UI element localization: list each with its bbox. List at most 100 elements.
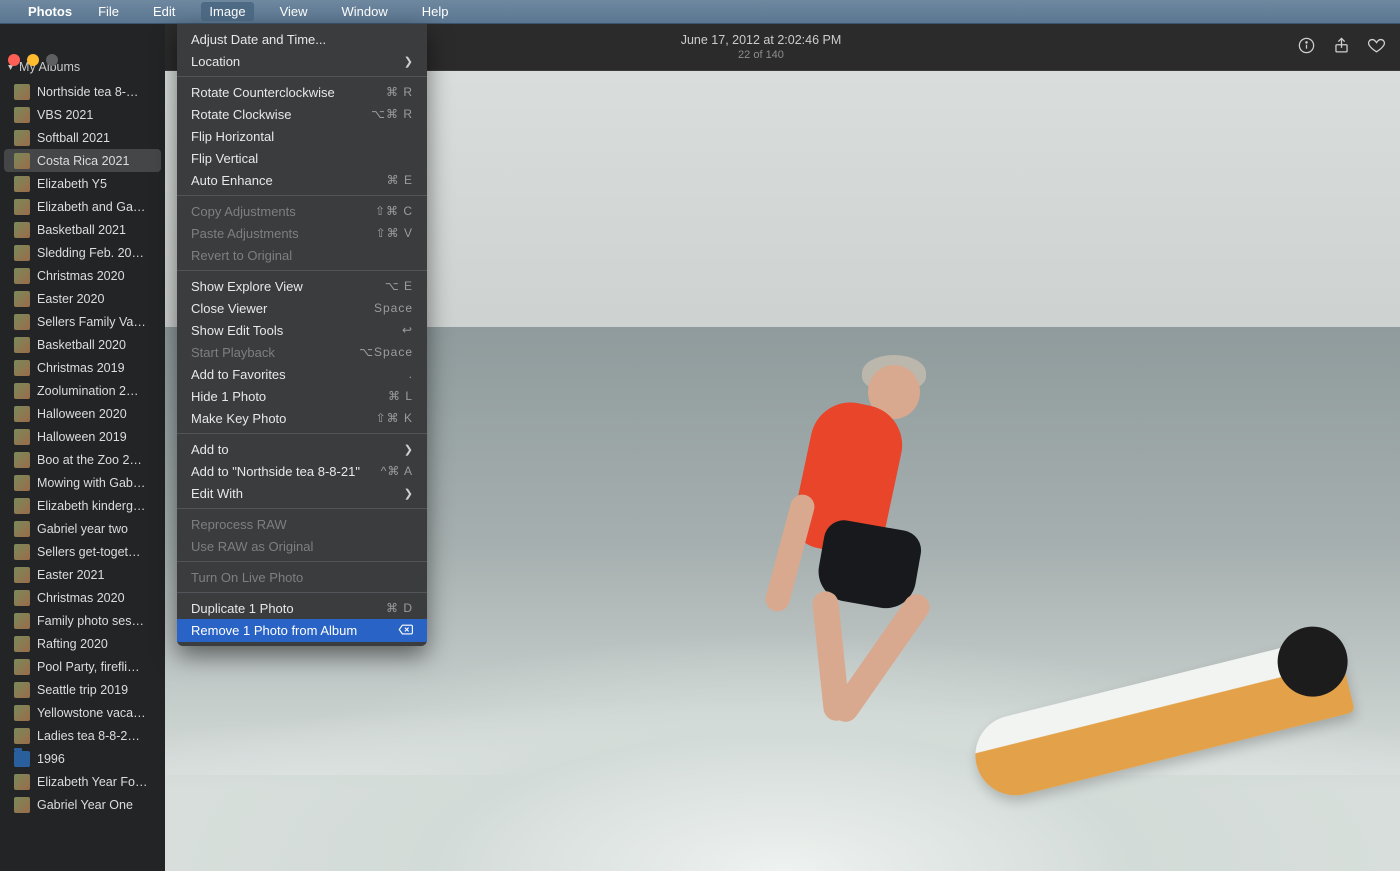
sidebar-album[interactable]: Family photo ses… xyxy=(0,609,165,632)
sidebar-album[interactable]: Halloween 2019 xyxy=(0,425,165,448)
sidebar-album[interactable]: Gabriel year two xyxy=(0,517,165,540)
sidebar-album[interactable]: Boo at the Zoo 2… xyxy=(0,448,165,471)
menu-item-label: Add to Favorites xyxy=(191,367,286,382)
close-window-button[interactable] xyxy=(8,54,20,66)
menu-edit[interactable]: Edit xyxy=(145,2,183,21)
sidebar-album[interactable]: Pool Party, firefli… xyxy=(0,655,165,678)
menu-file[interactable]: File xyxy=(90,2,127,21)
menu-item-label: Edit With xyxy=(191,486,243,501)
album-label: Christmas 2020 xyxy=(37,591,125,605)
menu-item: Paste Adjustments⇧⌘ V xyxy=(177,222,427,244)
sidebar-album[interactable]: Rafting 2020 xyxy=(0,632,165,655)
sidebar-album[interactable]: Basketball 2020 xyxy=(0,333,165,356)
sidebar-album[interactable]: Elizabeth Year Fo… xyxy=(0,770,165,793)
album-thumbnail-icon xyxy=(14,130,30,146)
menu-item[interactable]: Make Key Photo⇧⌘ K xyxy=(177,407,427,429)
menu-item[interactable]: Add to Favorites. xyxy=(177,363,427,385)
menu-item-label: Start Playback xyxy=(191,345,275,360)
favorite-button[interactable] xyxy=(1367,36,1386,58)
sidebar-album[interactable]: Halloween 2020 xyxy=(0,402,165,425)
menu-item[interactable]: Auto Enhance⌘ E xyxy=(177,169,427,191)
menu-view[interactable]: View xyxy=(272,2,316,21)
menu-item[interactable]: Rotate Counterclockwise⌘ R xyxy=(177,81,427,103)
sidebar-album[interactable]: Mowing with Gab… xyxy=(0,471,165,494)
sidebar-album[interactable]: Zoolumination 2… xyxy=(0,379,165,402)
menu-item[interactable]: Add to "Northside tea 8-8-21"^⌘ A xyxy=(177,460,427,482)
menu-item[interactable]: Adjust Date and Time... xyxy=(177,28,427,50)
menu-item-label: Adjust Date and Time... xyxy=(191,32,326,47)
menu-item[interactable]: Rotate Clockwise⌥⌘ R xyxy=(177,103,427,125)
album-label: Pool Party, firefli… xyxy=(37,660,140,674)
chevron-right-icon: ❯ xyxy=(404,487,413,500)
sidebar-album[interactable]: Christmas 2020 xyxy=(0,264,165,287)
app-name[interactable]: Photos xyxy=(28,4,72,19)
album-thumbnail-icon xyxy=(14,337,30,353)
zoom-window-button[interactable] xyxy=(46,54,58,66)
menu-item-shortcut: ⌘ D xyxy=(386,601,413,615)
minimize-window-button[interactable] xyxy=(27,54,39,66)
sidebar-album[interactable]: Sledding Feb. 20… xyxy=(0,241,165,264)
menu-item[interactable]: Flip Horizontal xyxy=(177,125,427,147)
album-thumbnail-icon xyxy=(14,383,30,399)
sidebar-album[interactable]: Elizabeth Y5 xyxy=(0,172,165,195)
album-label: Softball 2021 xyxy=(37,131,110,145)
photo-counter: 22 of 140 xyxy=(681,48,842,62)
album-label: Sellers get-toget… xyxy=(37,545,141,559)
sidebar-album[interactable]: Sellers Family Va… xyxy=(0,310,165,333)
sidebar-album[interactable]: Easter 2021 xyxy=(0,563,165,586)
album-thumbnail-icon xyxy=(14,613,30,629)
menu-item: Reprocess RAW xyxy=(177,513,427,535)
sidebar-album[interactable]: Elizabeth kinderg… xyxy=(0,494,165,517)
sidebar-album[interactable]: Northside tea 8-… xyxy=(0,80,165,103)
menu-item[interactable]: Show Edit Tools↩ xyxy=(177,319,427,341)
menu-item[interactable]: Location❯ xyxy=(177,50,427,72)
sidebar-album[interactable]: Christmas 2019 xyxy=(0,356,165,379)
sidebar-album[interactable]: Christmas 2020 xyxy=(0,586,165,609)
album-thumbnail-icon xyxy=(14,153,30,169)
menu-item: Turn On Live Photo xyxy=(177,566,427,588)
album-thumbnail-icon xyxy=(14,176,30,192)
album-label: Costa Rica 2021 xyxy=(37,154,129,168)
sidebar-album[interactable]: Seattle trip 2019 xyxy=(0,678,165,701)
album-label: Basketball 2021 xyxy=(37,223,126,237)
share-button[interactable] xyxy=(1332,36,1351,58)
album-thumbnail-icon xyxy=(14,107,30,123)
menu-item[interactable]: Show Explore View⌥ E xyxy=(177,275,427,297)
menu-item-label: Hide 1 Photo xyxy=(191,389,266,404)
menu-item[interactable]: Flip Vertical xyxy=(177,147,427,169)
image-menu-dropdown: Adjust Date and Time... Location❯ Rotate C… xyxy=(177,24,427,646)
info-button[interactable] xyxy=(1297,36,1316,58)
sidebar-album[interactable]: Ladies tea 8-8-2… xyxy=(0,724,165,747)
menu-item[interactable]: Duplicate 1 Photo ⌘ D xyxy=(177,597,427,619)
menu-item[interactable]: Close ViewerSpace xyxy=(177,297,427,319)
menu-image[interactable]: Image xyxy=(201,2,253,21)
sidebar-album[interactable]: Gabriel Year One xyxy=(0,793,165,816)
sidebar-album[interactable]: VBS 2021 xyxy=(0,103,165,126)
menu-item[interactable]: Add to❯ xyxy=(177,438,427,460)
sidebar-album[interactable]: Basketball 2021 xyxy=(0,218,165,241)
menu-item-label: Show Explore View xyxy=(191,279,303,294)
sidebar-album[interactable]: Softball 2021 xyxy=(0,126,165,149)
menu-item[interactable]: Hide 1 Photo⌘ L xyxy=(177,385,427,407)
sidebar-album[interactable]: 1996 xyxy=(0,747,165,770)
album-label: Northside tea 8-… xyxy=(37,85,138,99)
menu-help[interactable]: Help xyxy=(414,2,457,21)
album-thumbnail-icon xyxy=(14,590,30,606)
sidebar-album[interactable]: Costa Rica 2021 xyxy=(4,149,161,172)
menu-item-shortcut: ⇧⌘ K xyxy=(376,411,413,425)
menu-item[interactable]: Remove 1 Photo from Album xyxy=(177,619,427,642)
menu-item-label: Duplicate 1 Photo xyxy=(191,601,294,616)
sidebar-album[interactable]: Easter 2020 xyxy=(0,287,165,310)
sidebar-album[interactable]: Sellers get-toget… xyxy=(0,540,165,563)
album-thumbnail-icon xyxy=(14,705,30,721)
menu-item-label: Rotate Counterclockwise xyxy=(191,85,335,100)
sidebar: ▸ My Albums Northside tea 8-…VBS 2021Sof… xyxy=(0,24,165,871)
sidebar-album[interactable]: Yellowstone vaca… xyxy=(0,701,165,724)
album-label: 1996 xyxy=(37,752,65,766)
sidebar-album[interactable]: Elizabeth and Ga… xyxy=(0,195,165,218)
menu-item-label: Remove 1 Photo from Album xyxy=(191,623,357,638)
menu-separator xyxy=(177,433,427,434)
menu-item[interactable]: Edit With ❯ xyxy=(177,482,427,504)
album-thumbnail-icon xyxy=(14,475,30,491)
menu-window[interactable]: Window xyxy=(334,2,396,21)
